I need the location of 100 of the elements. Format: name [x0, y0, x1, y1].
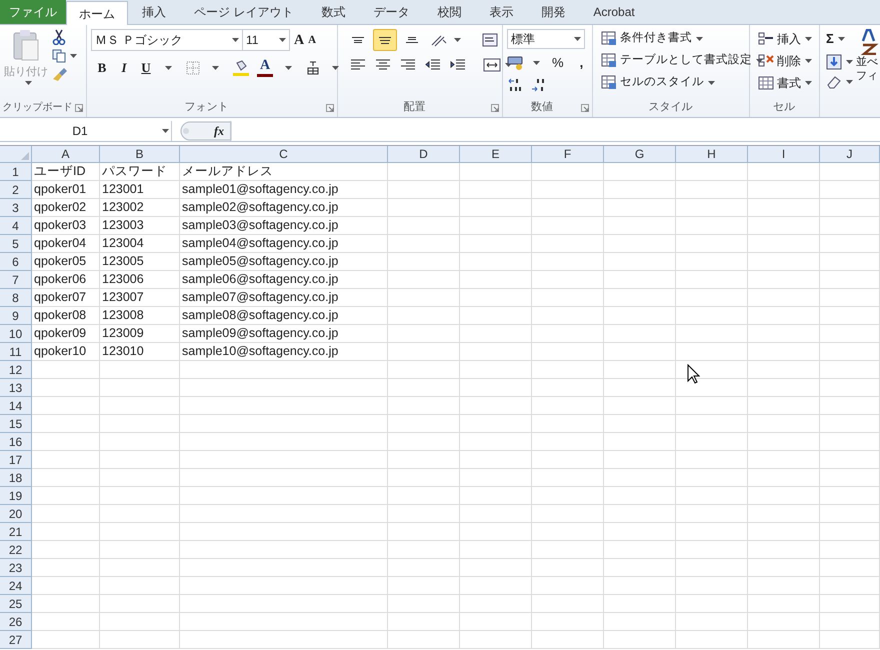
row-header[interactable]: 5	[0, 235, 32, 253]
row-header[interactable]: 12	[0, 361, 32, 379]
ribbon-tab[interactable]: Acrobat	[579, 0, 649, 24]
ribbon-tab[interactable]: 数式	[307, 0, 360, 24]
currency-icon[interactable]	[507, 54, 525, 71]
row-header[interactable]: 4	[0, 217, 32, 235]
format-cells-icon	[758, 75, 774, 90]
align-left-icon[interactable]	[350, 57, 366, 72]
bottom-align-icon	[404, 37, 420, 43]
row-header[interactable]: 20	[0, 505, 32, 523]
row-header[interactable]: 7	[0, 271, 32, 289]
row-header[interactable]: 8	[0, 289, 32, 307]
row-header[interactable]: 1	[0, 163, 32, 181]
name-box[interactable]: D1	[0, 120, 172, 140]
row-header[interactable]: 3	[0, 199, 32, 217]
column-header[interactable]: F	[532, 146, 604, 162]
font-color-button[interactable]: A	[257, 58, 273, 77]
dialog-launcher-icon[interactable]	[326, 104, 334, 112]
row-header[interactable]: 10	[0, 325, 32, 343]
dialog-launcher-icon[interactable]	[581, 104, 589, 112]
row-header[interactable]: 9	[0, 307, 32, 325]
align-center-icon[interactable]	[375, 57, 391, 72]
row-header[interactable]: 23	[0, 559, 32, 577]
column-header[interactable]: D	[388, 146, 460, 162]
copy-icon[interactable]	[52, 49, 66, 63]
eraser-icon[interactable]	[826, 74, 842, 88]
row-header[interactable]: 16	[0, 433, 32, 451]
dialog-launcher-icon[interactable]	[75, 104, 83, 112]
comma-button[interactable]: ,	[580, 53, 584, 72]
row-header[interactable]: 26	[0, 613, 32, 631]
column-header[interactable]: A	[32, 146, 100, 162]
table-cell-text: sample03@softagency.co.jp	[181, 217, 340, 234]
row-header[interactable]: 22	[0, 541, 32, 559]
row-header[interactable]: 19	[0, 487, 32, 505]
row-header[interactable]: 21	[0, 523, 32, 541]
grow-font-button[interactable]: A	[294, 30, 304, 50]
table-cell-text: sample09@softagency.co.jp	[181, 325, 340, 342]
column-header[interactable]: E	[460, 146, 532, 162]
ribbon-tab[interactable]: 表示	[475, 0, 528, 24]
percent-button[interactable]: %	[552, 53, 564, 72]
autosum-button[interactable]: Σ	[826, 29, 834, 48]
fill-down-icon[interactable]	[826, 54, 842, 70]
row-header[interactable]: 15	[0, 415, 32, 433]
row-header[interactable]: 11	[0, 343, 32, 361]
ribbon-tab[interactable]: 校閲	[423, 0, 476, 24]
font-size-field[interactable]: 11	[243, 29, 290, 51]
shrink-font-button[interactable]: A	[308, 32, 316, 48]
column-header[interactable]: B	[100, 146, 180, 162]
sort-filter-label[interactable]: 並べ	[856, 55, 878, 69]
align-right-icon[interactable]	[400, 57, 416, 72]
insert-function-button[interactable]: fx	[214, 122, 224, 140]
group-label: スタイル	[648, 100, 694, 116]
row-header[interactable]: 17	[0, 451, 32, 469]
row-header[interactable]: 27	[0, 631, 32, 649]
column-header[interactable]: J	[820, 146, 880, 162]
caret-icon	[70, 54, 77, 58]
bold-button[interactable]: B	[95, 58, 109, 78]
row-header[interactable]: 18	[0, 469, 32, 487]
wrap-text-icon[interactable]	[482, 32, 498, 48]
table-cell-text: 123005	[101, 253, 145, 270]
phonetic-guide-icon[interactable]	[306, 60, 320, 76]
row-header[interactable]: 14	[0, 397, 32, 415]
table-cell-text: 123001	[101, 181, 145, 198]
row-header[interactable]: 2	[0, 181, 32, 199]
fill-color-icon[interactable]	[233, 60, 249, 76]
italic-button[interactable]: I	[117, 58, 131, 78]
table-cell-text: sample05@softagency.co.jp	[181, 253, 340, 270]
text-orientation-icon[interactable]	[429, 33, 447, 47]
caret-icon	[805, 58, 812, 62]
ribbon-tab[interactable]: ファイル	[0, 0, 66, 24]
column-header[interactable]: C	[180, 146, 388, 162]
column-header[interactable]: G	[604, 146, 676, 162]
borders-icon[interactable]	[186, 60, 200, 75]
underline-button[interactable]: U	[139, 58, 153, 78]
row-header[interactable]: 13	[0, 379, 32, 397]
number-format-field[interactable]: 標準	[507, 29, 585, 49]
merge-cells-icon[interactable]	[483, 58, 501, 72]
decrease-indent-icon[interactable]	[425, 57, 441, 72]
dialog-launcher-icon[interactable]	[491, 104, 499, 112]
sort-filter-label[interactable]: フィ	[856, 69, 878, 83]
style-menu-button[interactable]: 条件付き書式	[601, 29, 763, 48]
style-menu-button[interactable]: テーブルとして書式設定	[601, 51, 763, 70]
ribbon-tab[interactable]: 開発	[527, 0, 580, 24]
middle-align-button[interactable]	[373, 29, 397, 51]
ribbon-tab[interactable]: ホーム	[66, 1, 128, 25]
ribbon-tab[interactable]: 挿入	[128, 0, 180, 24]
caret-icon	[533, 60, 540, 65]
ribbon-tab[interactable]: ページ レイアウト	[180, 0, 308, 24]
column-header[interactable]: I	[748, 146, 820, 162]
ribbon-tab[interactable]: データ	[359, 0, 424, 24]
cells-menu-button[interactable]: 書式	[758, 73, 812, 92]
font-name-field[interactable]: ＭＳ Ｐゴシック	[91, 29, 243, 51]
row-header[interactable]: 6	[0, 253, 32, 271]
row-header[interactable]: 25	[0, 595, 32, 613]
middle-align-icon	[377, 36, 393, 44]
sort-az-icon[interactable]	[860, 29, 880, 55]
table-cell-text: 123008	[101, 307, 145, 324]
column-header[interactable]: H	[676, 146, 748, 162]
increase-indent-icon[interactable]	[450, 57, 466, 72]
row-header[interactable]: 24	[0, 577, 32, 595]
